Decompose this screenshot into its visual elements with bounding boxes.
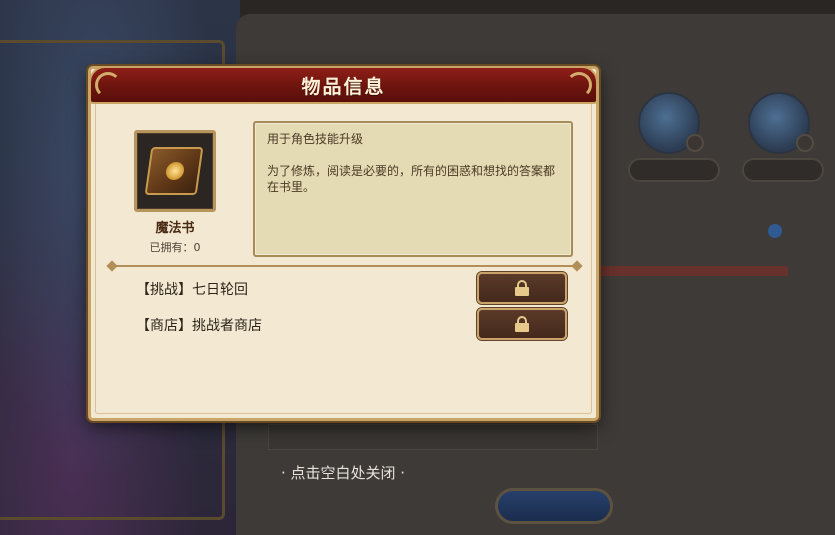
dialog-header: 物品信息 <box>89 66 598 104</box>
dialog-title: 物品信息 <box>301 76 386 98</box>
lock-icon <box>515 280 529 296</box>
background-red-text <box>598 266 788 276</box>
item-name: 魔法书 <box>155 221 195 236</box>
lock-icon <box>515 316 529 332</box>
background-skill-label <box>628 158 720 182</box>
source-challenge-goto-button[interactable] <box>477 272 567 304</box>
item-description-box: 用于角色技能升级 为了修炼，阅读是必要的，所有的困惑和想找的答案都在书里。 <box>253 121 573 257</box>
item-summary: 用于角色技能升级 <box>267 132 364 146</box>
background-input <box>268 424 598 450</box>
background-orb-badge <box>796 134 814 152</box>
item-flavor-text: 为了修炼，阅读是必要的，所有的困惑和想找的答案都在书里。 <box>267 164 556 194</box>
magic-book-icon <box>144 147 204 195</box>
book-emblem-icon <box>164 162 186 180</box>
source-shop-goto-button[interactable] <box>477 308 567 340</box>
section-divider <box>106 260 583 272</box>
background-skill-label <box>742 158 824 182</box>
item-owned-count: 已拥有：0 <box>149 241 201 254</box>
background-orb-badge <box>686 134 704 152</box>
item-info-dialog: 物品信息 魔法书 已拥有：0 用于角色技能升级 为了修炼，阅读是必要的，所有的困… <box>88 66 599 421</box>
source-item-challenge: 【挑战】七日轮回 <box>136 282 248 298</box>
background-confirm-button <box>495 488 613 524</box>
item-icon-frame <box>134 130 216 212</box>
tap-to-close-hint[interactable]: · 点击空白处关闭 · <box>262 462 424 483</box>
source-item-shop: 【商店】挑战者商店 <box>136 318 262 334</box>
background-blue-dot <box>768 224 782 238</box>
